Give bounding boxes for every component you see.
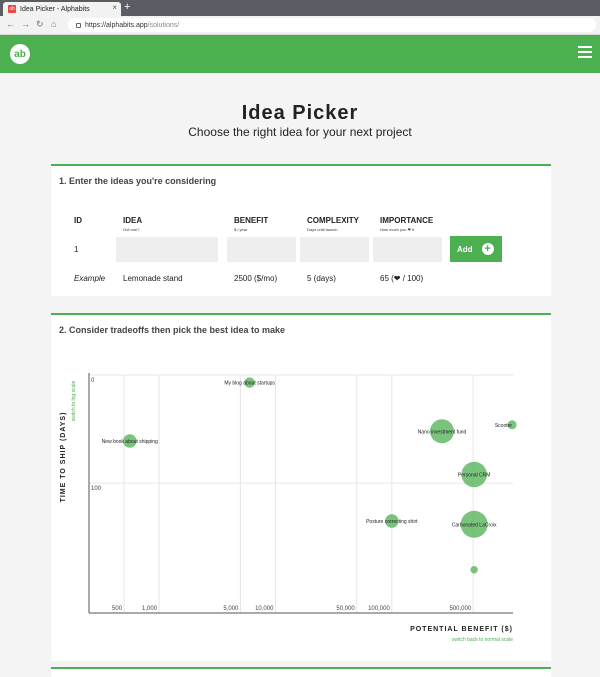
tab-title: Idea Picker - Alphabits <box>20 5 90 13</box>
idea-input[interactable] <box>116 237 218 262</box>
menu-icon[interactable] <box>578 46 592 60</box>
next-card <box>51 667 551 677</box>
x-axis-label: POTENTIAL BENEFIT ($) <box>410 626 513 633</box>
col-benefit-sub: $ / year <box>234 227 248 232</box>
col-complexity-sub: Days until launch <box>307 227 338 232</box>
reload-icon[interactable]: ↻ <box>36 19 44 30</box>
home-icon[interactable]: ⌂ <box>51 19 56 29</box>
favicon-icon: ab <box>8 5 16 13</box>
example-benefit: 2500 ($/mo) <box>234 274 278 283</box>
browser-toolbar: ← → ↻ ⌂ https://alphabits.app/solutions/ <box>0 16 600 35</box>
col-idea-sub: Got one? <box>123 227 140 232</box>
address-bar[interactable]: https://alphabits.app/solutions/ <box>68 18 596 32</box>
y-tick-label: 0 <box>91 378 95 384</box>
x-tick-label: 10,000 <box>255 606 274 612</box>
browser-tab[interactable]: ab Idea Picker - Alphabits × <box>3 2 121 16</box>
col-importance-header: IMPORTANCE <box>380 216 434 225</box>
col-benefit-header: BENEFIT <box>234 216 269 225</box>
example-complexity: 5 (days) <box>307 274 336 283</box>
bubble-label: Nano investment fund <box>418 429 467 435</box>
url-path: /solutions/ <box>147 21 180 29</box>
url-host: https://alphabits.app <box>85 21 148 29</box>
ideas-input-card: 1. Enter the ideas you're considering ID… <box>51 164 551 296</box>
alphabits-logo[interactable]: ab <box>10 44 30 64</box>
y-axis-label: TIME TO SHIP (DAYS) <box>60 412 67 503</box>
bubble-label: My blog about startups <box>224 381 275 387</box>
example-idea: Lemonade stand <box>123 274 183 283</box>
col-idea-header: IDEA <box>123 216 143 225</box>
idea-bubble[interactable] <box>470 565 478 574</box>
importance-input[interactable] <box>373 237 442 262</box>
complexity-input[interactable] <box>300 237 369 262</box>
col-importance-sub: How much you ❤ it <box>380 227 415 232</box>
x-tick-label: 100,000 <box>368 606 390 612</box>
x-tick-label: 5,000 <box>223 606 239 612</box>
row-id: 1 <box>74 245 79 254</box>
bubble-label: New book about shipping <box>102 439 158 445</box>
forward-icon[interactable]: → <box>21 19 30 29</box>
y-scale-switch[interactable]: switch to log scale <box>71 380 77 421</box>
x-tick-label: 50,000 <box>336 606 355 612</box>
example-id: Example <box>74 274 106 283</box>
example-importance: 65 (❤ / 100) <box>380 274 424 283</box>
x-tick-label: 1,000 <box>142 606 158 612</box>
chart-grid <box>89 374 513 613</box>
tradeoffs-card: 2. Consider tradeoffs then pick the best… <box>51 313 551 661</box>
add-label: Add <box>457 244 473 254</box>
back-icon[interactable]: ← <box>6 19 15 29</box>
x-tick-label: 500,000 <box>449 606 471 612</box>
x-tick-label: 500 <box>112 606 123 612</box>
page-subtitle: Choose the right idea for your next proj… <box>188 125 412 139</box>
browser-tab-bar: ab Idea Picker - Alphabits × + <box>0 0 600 16</box>
bubble-label: Scooter <box>495 423 513 429</box>
bubble-label: Carbonated LaCroix <box>452 522 497 528</box>
benefit-input[interactable] <box>227 237 296 262</box>
col-id-header: ID <box>74 216 82 225</box>
lock-icon <box>76 22 81 28</box>
bubble-label: Posture correcting shirt <box>366 519 418 525</box>
bubble-label: Personal CRM <box>458 473 491 479</box>
new-tab-button[interactable]: + <box>124 1 130 13</box>
x-scale-switch[interactable]: switch back to normal scale <box>452 637 513 643</box>
page-title: Idea Picker <box>241 102 359 124</box>
close-tab-icon[interactable]: × <box>112 3 117 12</box>
tradeoff-chart: 0 100 500 1,000 5,000 10,000 50,000 100,000 500… <box>60 373 517 643</box>
step1-title: 1. Enter the ideas you're considering <box>59 176 217 186</box>
y-tick-label: 100 <box>91 486 102 492</box>
col-complexity-header: COMPLEXITY <box>307 216 360 225</box>
site-header: ab <box>0 35 600 73</box>
add-idea-button[interactable]: Add + <box>450 236 502 262</box>
plus-circle-icon: + <box>481 243 494 255</box>
